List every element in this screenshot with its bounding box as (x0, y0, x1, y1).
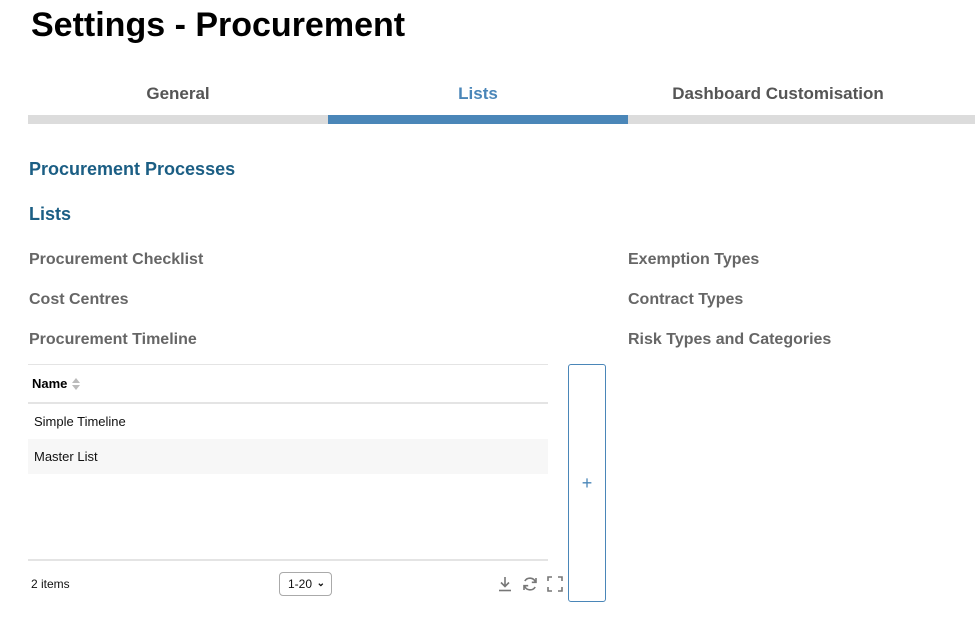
tab-dashboard-customisation-label: Dashboard Customisation (672, 84, 884, 103)
tab-lists-indicator (328, 115, 628, 124)
refresh-icon[interactable] (522, 576, 538, 592)
row-name: Simple Timeline (34, 414, 126, 429)
add-item-button[interactable]: + (568, 364, 606, 602)
page-size-select[interactable]: 1-20 ⌄ (279, 572, 332, 596)
procurement-processes-heading[interactable]: Procurement Processes (29, 159, 235, 180)
tab-lists-label: Lists (458, 84, 498, 103)
fullscreen-icon[interactable] (547, 576, 563, 592)
tab-bar: General Lists Dashboard Customisation (28, 80, 975, 124)
list-link-contract-types[interactable]: Contract Types (628, 291, 743, 309)
name-column-label: Name (32, 376, 68, 391)
page-title: Settings - Procurement (31, 6, 406, 44)
chevron-down-icon: ⌄ (316, 578, 325, 589)
tab-general-indicator (28, 115, 328, 124)
table-row[interactable]: Master List (28, 439, 548, 474)
download-icon[interactable] (497, 576, 513, 592)
tab-dashboard-customisation[interactable]: Dashboard Customisation (628, 80, 975, 124)
list-link-exemption-types[interactable]: Exemption Types (628, 251, 759, 269)
list-link-cost-centres[interactable]: Cost Centres (29, 291, 129, 309)
tab-dashboard-customisation-indicator (628, 115, 975, 124)
table-row[interactable]: Simple Timeline (28, 404, 548, 439)
lists-heading: Lists (29, 204, 72, 224)
grid-footer: 2 items 1-20 ⌄ (28, 559, 563, 607)
list-link-procurement-timeline[interactable]: Procurement Timeline (29, 331, 197, 349)
timeline-grid: Name Simple Timeline Master List 2 items… (28, 364, 563, 607)
tab-general-label: General (146, 84, 210, 103)
row-name: Master List (34, 449, 98, 464)
sort-icon[interactable] (72, 377, 81, 390)
page-size-value: 1-20 (288, 577, 313, 591)
name-column-header[interactable]: Name (32, 376, 81, 391)
item-count: 2 items (31, 577, 70, 591)
tab-general[interactable]: General (28, 80, 328, 124)
tab-lists[interactable]: Lists (328, 80, 628, 124)
plus-icon: + (581, 473, 593, 493)
list-link-procurement-checklist[interactable]: Procurement Checklist (29, 251, 203, 269)
list-link-risk-types-and-categories[interactable]: Risk Types and Categories (628, 331, 831, 349)
grid-header: Name (28, 365, 548, 404)
